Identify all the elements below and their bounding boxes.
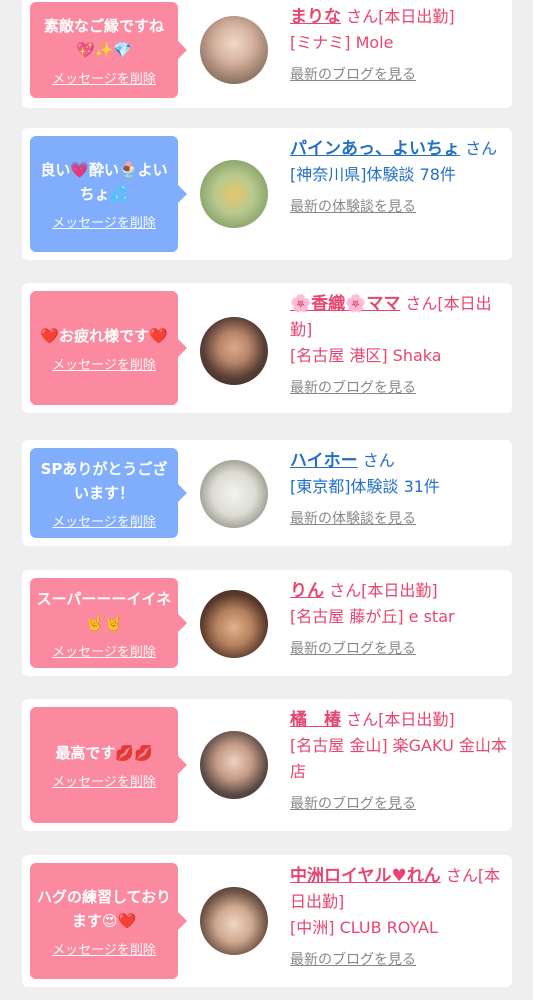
avatar[interactable] [200,460,268,528]
latest-blog-link[interactable]: 最新のブログを見る [290,791,508,817]
avatar[interactable] [200,731,268,799]
delete-message-link[interactable]: メッセージを削除 [36,68,172,87]
avatar[interactable] [200,590,268,658]
message-text: ❤️お疲れ様です❤️ [40,326,168,345]
message-bubble: 最高です💋💋 メッセージを削除 [30,707,187,823]
message-card: ハグの練習しております😍❤️ メッセージを削除 中洲ロイヤル♥れん さん[本日出… [22,855,512,987]
profile-name-link[interactable]: りん [290,581,324,601]
avatar[interactable] [200,16,268,84]
status-text: さん[本日出勤] [324,581,438,600]
message-card: スーパーーーイイネ🤘🤘 メッセージを削除 りん さん[本日出勤] [名古屋 藤が… [22,570,512,676]
message-card: 良い💗酔い🍨よいちょ💦 メッセージを削除 パインあっ、よいちょ さん [神奈川県… [22,128,512,260]
profile-name-link[interactable]: 橘 椿 [290,710,341,730]
delete-message-link[interactable]: メッセージを削除 [36,212,172,231]
profile-name-link[interactable]: まりな [290,7,341,27]
delete-message-link[interactable]: メッセージを削除 [36,511,172,530]
message-bubble: 良い💗酔い🍨よいちょ💦 メッセージを削除 [30,136,187,252]
avatar[interactable] [200,887,268,955]
status-text: さん[本日出勤] [341,7,455,26]
delete-message-link[interactable]: メッセージを削除 [36,939,172,958]
message-bubble: ハグの練習しております😍❤️ メッセージを削除 [30,863,187,979]
message-text: SPありがとうございます！ [40,459,168,502]
shop-detail: [名古屋 港区] Shaka [290,346,442,365]
message-card: ❤️お疲れ様です❤️ メッセージを削除 🌸香織🌸ママ さん[本日出勤] [名古屋… [22,283,512,413]
status-text: さん [357,451,395,470]
message-text: 良い💗酔い🍨よいちょ💦 [40,160,168,203]
delete-message-link[interactable]: メッセージを削除 [36,641,172,660]
message-bubble: SPありがとうございます！ メッセージを削除 [30,448,187,538]
message-card: 素敵なご縁ですね💖✨💎 メッセージを削除 まりな さん[本日出勤] [ミナミ] … [22,0,512,108]
message-bubble: ❤️お疲れ様です❤️ メッセージを削除 [30,291,187,405]
shop-detail: [名古屋 藤が丘] e star [290,607,455,626]
review-count: [神奈川県]体験談 78件 [290,165,456,184]
message-text: ハグの練習しております😍❤️ [36,887,172,930]
profile-name-link[interactable]: 🌸香織🌸ママ [290,294,400,314]
message-bubble: 素敵なご縁ですね💖✨💎 メッセージを削除 [30,2,187,98]
delete-message-link[interactable]: メッセージを削除 [36,771,172,790]
avatar[interactable] [200,160,268,228]
profile-name-link[interactable]: ハイホー [290,451,358,471]
message-bubble: スーパーーーイイネ🤘🤘 メッセージを削除 [30,578,187,668]
profile-name-link[interactable]: パインあっ、よいちょ [290,139,460,159]
message-text: 素敵なご縁ですね💖✨💎 [43,16,164,59]
message-card: SPありがとうございます！ メッセージを削除 ハイホー さん [東京都]体験談 … [22,440,512,546]
avatar[interactable] [200,317,268,385]
profile-name-link[interactable]: 中洲ロイヤル♥れん [290,866,441,886]
latest-blog-link[interactable]: 最新のブログを見る [290,947,508,973]
status-text: さん [460,139,498,158]
shop-detail: [名古屋 金山] 楽GAKU 金山本店 [290,736,507,781]
latest-review-link[interactable]: 最新の体験談を見る [290,194,508,220]
shop-detail: [中洲] CLUB ROYAL [290,918,438,937]
message-card: 最高です💋💋 メッセージを削除 橘 椿 さん[本日出勤] [名古屋 金山] 楽G… [22,699,512,831]
status-text: さん[本日出勤] [341,710,455,729]
review-count: [東京都]体験談 31件 [290,477,440,496]
delete-message-link[interactable]: メッセージを削除 [36,354,172,373]
latest-blog-link[interactable]: 最新のブログを見る [290,62,508,88]
message-text: スーパーーーイイネ🤘🤘 [36,589,172,632]
latest-review-link[interactable]: 最新の体験談を見る [290,506,508,532]
message-text: 最高です💋💋 [55,743,153,762]
latest-blog-link[interactable]: 最新のブログを見る [290,375,508,401]
shop-detail: [ミナミ] Mole [290,33,394,52]
latest-blog-link[interactable]: 最新のブログを見る [290,636,508,662]
